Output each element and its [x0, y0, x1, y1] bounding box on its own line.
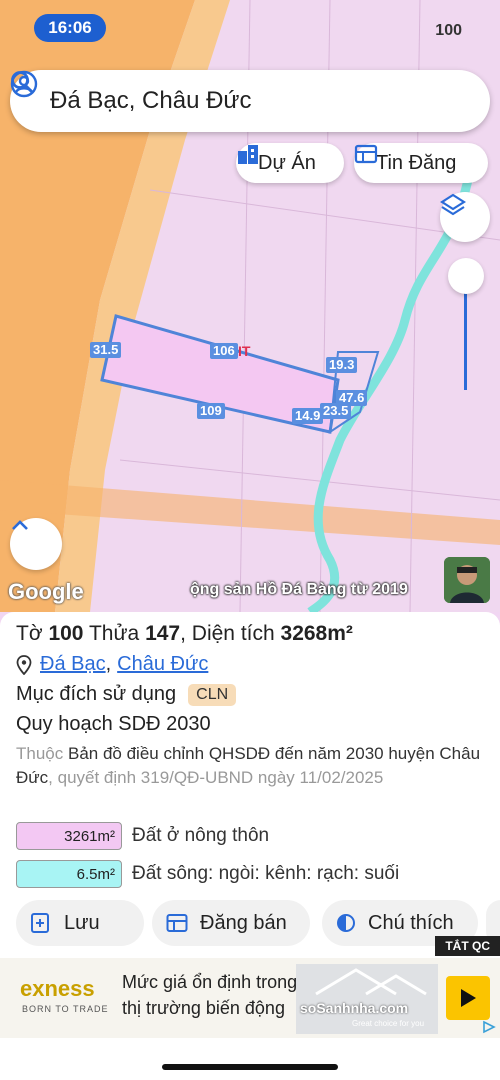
ad-play-button[interactable]	[446, 976, 490, 1020]
location-line: Đá Bạc , Châu Đức	[16, 653, 208, 676]
edge-label: 14.9	[292, 408, 324, 424]
ad-tagline: BORN TO TRADE	[22, 1004, 109, 1014]
system-nav-area	[0, 1038, 500, 1080]
play-icon	[461, 989, 476, 1007]
legend-button-label: Chú thích	[368, 911, 454, 934]
plan-note-prefix: Thuộc	[16, 744, 64, 763]
save-button-label: Lưu	[64, 911, 100, 934]
opacity-slider-track[interactable]	[464, 290, 467, 390]
close-ad-button[interactable]: TẮT QC	[435, 936, 500, 956]
overlay-subtext: Great choice for you	[352, 1019, 425, 1028]
layers-button[interactable]	[440, 192, 490, 242]
purpose-code-badge: CLN	[188, 683, 237, 706]
legend-swatch: 3261m²	[16, 822, 122, 850]
search-bar[interactable]: Đá Bạc, Châu Đức	[10, 70, 490, 132]
plan-note-suffix: , quyết định 319/QĐ-UBND ngày 11/02/2025	[48, 768, 384, 787]
legend-item: 3261m² Đất ở nông thôn	[16, 822, 269, 850]
table-icon	[166, 914, 188, 932]
post-for-sale-label: Đăng bán	[200, 911, 287, 934]
watermark: ộng sản Hồ Đá Bàng từ 2019	[190, 581, 408, 598]
legend-swatch: 6.5m²	[16, 860, 122, 888]
google-logo: Google	[8, 579, 84, 604]
listings-chip-label: Tin Đăng	[376, 151, 457, 174]
ad-line2: thị trường biến động	[122, 998, 285, 1018]
contrast-icon	[337, 914, 355, 932]
sheet-label: Tờ	[16, 622, 43, 645]
location-separator: ,	[105, 653, 112, 675]
expand-button[interactable]	[10, 518, 62, 570]
legend-desc: Đất ở nông thôn	[132, 825, 270, 846]
person-photo	[444, 557, 490, 603]
commune-link[interactable]: Đá Bạc	[40, 653, 106, 676]
edge-label: 31.5	[90, 342, 122, 358]
ad-banner[interactable]: exness BORN TO TRADE Mức giá ổn định tro…	[0, 958, 500, 1038]
purpose-line: Mục đích sử dụng CLN	[16, 683, 237, 706]
sheet-number: 100	[48, 622, 84, 645]
district-link[interactable]: Châu Đức	[117, 653, 208, 676]
table-icon	[354, 144, 378, 164]
plan-title: Quy hoạch SDĐ 2030	[16, 713, 211, 735]
chevron-up-icon	[12, 520, 28, 530]
search-input[interactable]: Đá Bạc, Châu Đức	[50, 87, 472, 115]
home-indicator[interactable]	[162, 1064, 338, 1070]
buildings-icon	[238, 145, 258, 164]
plot-number: 147	[145, 622, 181, 645]
edge-label: 19.3	[326, 357, 358, 373]
layers-icon	[440, 193, 466, 216]
location-pin-icon	[16, 654, 32, 675]
plan-note: Thuộc Bản đồ điều chỉnh QHSDĐ đến năm 20…	[16, 742, 486, 790]
area-label: Diện tích	[191, 622, 275, 645]
edge-label: 23.5	[320, 403, 352, 419]
status-time: 16:06	[34, 14, 106, 42]
parcel-heading: Tờ 100 Thửa 147, Diện tích 3268m²	[16, 622, 353, 645]
battery-indicator: 100	[435, 22, 462, 39]
legend-item: 6.5m² Đất sông: ngòi: kênh: rạch: suối	[16, 860, 399, 888]
projects-chip[interactable]: Dự Án	[236, 143, 344, 183]
house-graphic	[315, 968, 427, 996]
post-for-sale-button[interactable]: Đăng bán	[152, 900, 310, 946]
opacity-slider-handle[interactable]	[448, 258, 484, 294]
edge-label: 106	[210, 343, 238, 359]
file-add-icon	[31, 913, 49, 933]
search-icon[interactable]	[10, 70, 36, 96]
area-value: 3268m²	[280, 622, 353, 645]
overlay-text: soSanhnha.com	[300, 1000, 409, 1016]
ad-brand: exness	[20, 976, 95, 1001]
zone-code-label: IT	[238, 343, 251, 359]
listings-chip[interactable]: Tin Đăng	[354, 143, 488, 183]
save-button[interactable]: Lưu	[16, 900, 144, 946]
ad-line1: Mức giá ổn định trong	[122, 972, 298, 992]
avatar	[444, 557, 490, 603]
map-view[interactable]: 16:06 100 Đá Bạc, Châu Đức Dự Án Tin Đăn…	[0, 0, 500, 612]
overlay-image: soSanhnha.com Great choice for you	[296, 964, 438, 1034]
projects-chip-label: Dự Án	[258, 151, 316, 174]
edge-label: 109	[197, 403, 225, 419]
purpose-label: Mục đích sử dụng	[16, 683, 177, 705]
plot-label: Thửa	[88, 622, 140, 645]
legend-desc: Đất sông: ngòi: kênh: rạch: suối	[132, 863, 400, 884]
adchoices-icon[interactable]	[482, 1020, 496, 1034]
